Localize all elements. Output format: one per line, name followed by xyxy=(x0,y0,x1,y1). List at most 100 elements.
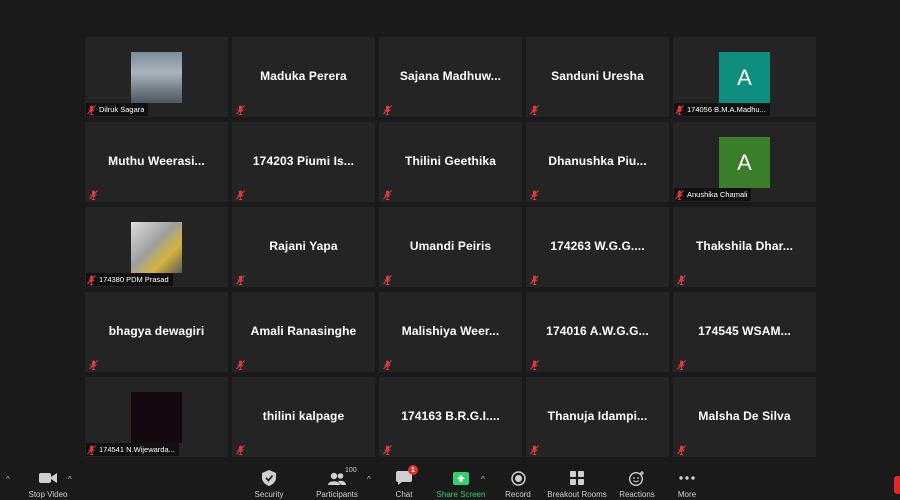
muted-mic-icon xyxy=(530,190,539,200)
meeting-toolbar: ^ Stop Video ^ Security 100 Participants… xyxy=(0,465,900,500)
participant-tile[interactable]: Dilruk Sagara xyxy=(85,37,228,117)
participant-tile[interactable]: Thanuja Idampi... xyxy=(526,377,669,457)
participant-tile[interactable]: Sajana Madhuw... xyxy=(379,37,522,117)
muted-mic-icon xyxy=(89,360,98,370)
participant-tile[interactable]: Umandi Peiris xyxy=(379,207,522,287)
muted-mic-icon xyxy=(677,445,686,455)
participant-name: Anushika Chamali xyxy=(687,190,748,199)
avatar: A xyxy=(719,52,770,103)
security-label: Security xyxy=(254,490,284,499)
video-camera-icon xyxy=(39,469,57,487)
participant-name: 174056 B.M.A.Madhu... xyxy=(687,105,766,114)
participant-tile[interactable]: 174380 PDM Prasad xyxy=(85,207,228,287)
muted-mic-icon xyxy=(236,445,245,455)
participant-tile[interactable]: Thilini Geethika xyxy=(379,122,522,202)
gallery-view: Dilruk Sagara Maduka Perera Sajana Madhuw.… xyxy=(85,37,817,457)
participants-label: Participants xyxy=(316,490,358,499)
participant-tile[interactable]: Thakshila Dhar... xyxy=(673,207,816,287)
audio-options-caret[interactable]: ^ xyxy=(6,475,10,484)
participant-tile[interactable]: A Anushika Chamali xyxy=(673,122,816,202)
video-options-caret[interactable]: ^ xyxy=(68,475,72,484)
participant-tile[interactable]: A 174056 B.M.A.Madhu... xyxy=(673,37,816,117)
breakout-rooms-button[interactable]: Breakout Rooms xyxy=(547,466,607,500)
end-meeting-button[interactable] xyxy=(894,476,900,494)
more-button[interactable]: More xyxy=(674,466,700,500)
profile-photo xyxy=(131,392,182,443)
record-button[interactable]: Record xyxy=(503,466,533,500)
shield-icon xyxy=(262,469,276,487)
profile-photo xyxy=(131,222,182,273)
reactions-button[interactable]: Reactions xyxy=(618,466,656,500)
profile-photo xyxy=(131,52,182,103)
participant-tile[interactable]: Dhanushka Piu... xyxy=(526,122,669,202)
muted-mic-icon xyxy=(89,190,98,200)
muted-mic-icon xyxy=(677,360,686,370)
stop-video-label: Stop Video xyxy=(28,490,68,499)
grid-squares-icon xyxy=(570,469,584,487)
muted-mic-icon xyxy=(675,189,684,200)
participants-options-caret[interactable]: ^ xyxy=(367,475,371,484)
participant-name: thilini kalpage xyxy=(262,409,345,423)
participant-tile[interactable]: Malsha De Silva xyxy=(673,377,816,457)
participant-name: Amali Ranasinghe xyxy=(250,324,357,338)
participants-count: 100 xyxy=(345,467,357,474)
participant-tile[interactable]: 174203 Piumi Is... xyxy=(232,122,375,202)
muted-mic-icon xyxy=(530,445,539,455)
record-label: Record xyxy=(505,490,531,499)
participant-tile[interactable]: 174545 WSAM... xyxy=(673,292,816,372)
people-icon: 100 xyxy=(328,467,357,487)
muted-mic-icon xyxy=(383,445,392,455)
muted-mic-icon xyxy=(677,275,686,285)
participant-tile[interactable]: Sanduni Uresha xyxy=(526,37,669,117)
participant-tile[interactable]: Muthu Weerasi... xyxy=(85,122,228,202)
participant-name: 174016 A.W.G.G... xyxy=(546,324,649,338)
muted-mic-icon xyxy=(87,104,96,115)
participant-tile[interactable]: 174541 N.Wijewarda... xyxy=(85,377,228,457)
participant-name: Thilini Geethika xyxy=(405,154,496,168)
participants-button[interactable]: 100 Participants xyxy=(314,466,360,500)
participant-name: Rajani Yapa xyxy=(269,239,338,253)
muted-mic-icon xyxy=(530,105,539,115)
meeting-window: Dilruk Sagara Maduka Perera Sajana Madhuw.… xyxy=(0,0,900,500)
participant-tile[interactable]: Rajani Yapa xyxy=(232,207,375,287)
participant-tile[interactable]: thilini kalpage xyxy=(232,377,375,457)
muted-mic-icon xyxy=(383,275,392,285)
participant-name: 174263 W.G.G.... xyxy=(550,239,645,253)
smiley-plus-icon xyxy=(629,469,645,487)
participant-tile[interactable]: bhagya dewagiri xyxy=(85,292,228,372)
muted-mic-icon xyxy=(675,104,684,115)
ellipsis-icon xyxy=(679,469,695,487)
avatar: A xyxy=(719,137,770,188)
security-button[interactable]: Security xyxy=(250,466,288,500)
muted-mic-icon xyxy=(236,105,245,115)
participant-tile[interactable]: 174163 B.R.G.I.... xyxy=(379,377,522,457)
name-caption: 174380 PDM Prasad xyxy=(86,273,173,286)
participant-name: 174545 WSAM... xyxy=(698,324,791,338)
muted-mic-icon xyxy=(383,360,392,370)
participant-tile[interactable]: 174016 A.W.G.G... xyxy=(526,292,669,372)
more-label: More xyxy=(677,490,697,499)
participant-name: 174163 B.R.G.I.... xyxy=(401,409,500,423)
chat-label: Chat xyxy=(395,490,413,499)
share-options-caret[interactable]: ^ xyxy=(481,475,485,484)
participant-name: Umandi Peiris xyxy=(409,239,492,253)
participant-name: Malsha De Silva xyxy=(698,409,791,423)
name-caption: Dilruk Sagara xyxy=(86,103,149,116)
participant-tile[interactable]: Amali Ranasinghe xyxy=(232,292,375,372)
participant-tile[interactable]: 174263 W.G.G.... xyxy=(526,207,669,287)
chat-button[interactable]: 1 Chat xyxy=(390,465,418,500)
stop-video-button[interactable]: Stop Video xyxy=(27,466,69,500)
participant-name: Sajana Madhuw... xyxy=(399,69,502,83)
share-screen-button[interactable]: Share Screen xyxy=(436,466,486,500)
name-caption: 174056 B.M.A.Madhu... xyxy=(674,103,770,116)
participant-name: Dilruk Sagara xyxy=(99,105,145,114)
participant-name: Sanduni Uresha xyxy=(551,69,644,83)
muted-mic-icon xyxy=(383,105,392,115)
chat-bubble-icon: 1 xyxy=(396,465,418,487)
participant-tile[interactable]: Maduka Perera xyxy=(232,37,375,117)
share-screen-label: Share Screen xyxy=(436,490,486,499)
participant-tile[interactable]: Malishiya Weer... xyxy=(379,292,522,372)
participant-name: 174541 N.Wijewarda... xyxy=(99,445,175,454)
muted-mic-icon xyxy=(530,275,539,285)
name-caption: Anushika Chamali xyxy=(674,188,752,201)
